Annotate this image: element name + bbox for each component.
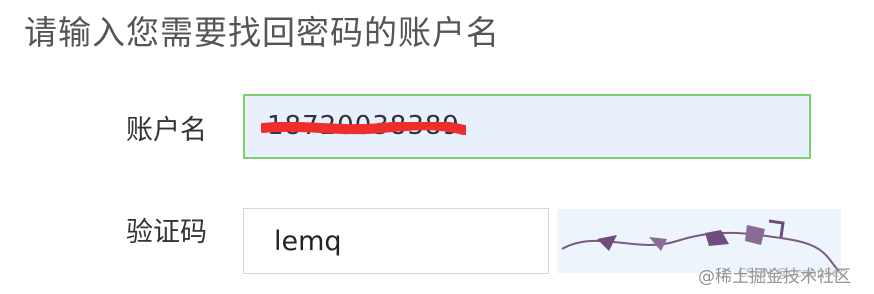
redaction-mark xyxy=(261,122,466,135)
captcha-label: 验证码 xyxy=(126,217,207,248)
captcha-value: lemq xyxy=(274,226,342,257)
account-input[interactable]: 18720038389 xyxy=(243,94,811,159)
captcha-input[interactable]: lemq xyxy=(243,208,549,274)
watermark-subtext: CSDN @oceanSec xyxy=(738,266,846,280)
page-title: 请输入您需要找回密码的账户名 xyxy=(24,13,500,52)
account-label: 账户名 xyxy=(126,115,207,146)
watermark: @稀土掘金技术社区 CSDN @oceanSec xyxy=(698,262,851,287)
